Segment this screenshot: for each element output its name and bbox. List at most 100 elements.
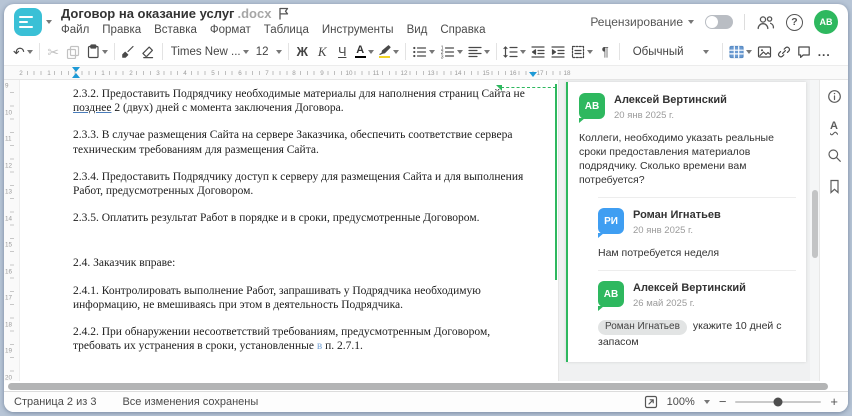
favorite-flag-icon[interactable] [278,7,289,20]
user-avatar[interactable]: АВ [814,10,838,34]
vertical-scrollbar-thumb[interactable] [811,190,818,258]
paste-caret-icon [101,49,108,54]
search-icon[interactable] [827,148,842,163]
zoom-slider[interactable] [735,397,822,407]
menu-item[interactable]: Инструменты [322,22,394,38]
menu-item[interactable]: Правка [102,22,141,38]
undo-button[interactable]: ↶ [11,41,35,63]
paragraph[interactable]: 2.4.2. При обнаружении несоответствий тр… [73,325,536,353]
more-toolbar-button[interactable]: ... [815,41,834,63]
italic-button[interactable]: К [313,41,332,63]
comment-item[interactable]: АВ Алексей Вертинский 20 янв 2025 г. Кол… [579,93,796,187]
font-family-select[interactable]: Times New ... [167,41,253,63]
info-icon[interactable] [827,89,842,104]
comment-date: 20 янв 2025 г. [614,110,675,121]
comment-avatar: АВ [579,93,605,123]
comment-avatar: РИ [598,208,624,238]
zoom-in-button[interactable]: + [830,395,838,408]
paragraph[interactable]: 2.3.5. Оплатить результат Работ в порядк… [73,211,536,225]
highlight-caret-icon [392,49,399,54]
copy-button[interactable] [64,41,83,63]
comment-date: 20 янв 2025 г. [633,225,694,236]
comment-item[interactable]: РИ Роман Игнатьев 20 янв 2025 г. Нам пот… [598,197,796,260]
main-area: 9 10 11 12 13 14 15 16 17 18 19 20 2.3.2. Предостав… [4,80,848,381]
vertical-ruler[interactable]: 9 10 11 12 13 14 15 16 17 18 19 20 [4,80,20,381]
bold-button[interactable]: Ж [293,41,312,63]
style-caret-icon [702,49,709,54]
line-spacing-button[interactable] [501,41,528,63]
comment-text: Роман Игнатьев укажите 10 дней с запасом [598,319,782,348]
horizontal-scrollbar[interactable] [4,381,848,391]
format-painter-button[interactable] [119,41,138,63]
paragraph-style-select[interactable]: Обычный [628,41,714,63]
comment-date: 26 май 2025 г. [633,298,695,309]
comment-item[interactable]: АВ Алексей Вертинский 26 май 2025 г. Ром… [598,270,796,349]
paragraph[interactable]: 2.3.3. В случае размещения Сайта на серв… [73,128,536,156]
menu-item[interactable]: Вставка [154,22,197,38]
review-mode-dropdown[interactable]: Рецензирование [590,15,694,29]
insert-table-button[interactable] [727,41,754,63]
collaboration-users-icon[interactable] [756,15,775,30]
menu-item[interactable]: Справка [440,22,485,38]
paragraph[interactable]: 2.4. Заказчик вправе: [73,256,536,270]
clear-style-button[interactable] [139,41,158,63]
comment-text: Нам потребуется неделя [598,247,720,259]
review-toggle[interactable] [705,15,733,29]
document-page[interactable]: 2.3.2. Предоставить Подрядчику необходим… [20,80,558,381]
title-menu-block: Договор на оказание услуг .docx Файл Правк… [61,6,486,38]
indent-marker-right[interactable] [529,72,537,77]
paragraph-borders-button[interactable] [569,41,595,63]
indent-marker-left[interactable] [72,67,80,78]
app-menu-caret-icon[interactable] [46,20,52,24]
highlight-color-swatch [379,55,391,59]
increase-indent-button[interactable] [549,41,568,63]
menu-item[interactable]: Формат [210,22,251,38]
comment-card[interactable]: АВ Алексей Вертинский 20 янв 2025 г. Кол… [566,82,806,362]
save-status: Все изменения сохранены [122,396,259,408]
decrease-indent-button[interactable] [529,41,548,63]
numbered-list-caret-icon [456,49,463,54]
font-color-button[interactable]: А [353,41,376,63]
font-size-caret-icon [275,49,282,54]
insert-link-button[interactable] [775,41,794,63]
show-paragraph-marks-button[interactable]: ¶ [596,41,615,63]
font-size-select[interactable]: 12 [254,41,284,63]
insert-image-button[interactable] [755,41,774,63]
comments-panel: АВ Алексей Вертинский 20 янв 2025 г. Кол… [558,80,810,381]
formatting-toolbar: ↶ ✂ Times New ... 12 Ж К Ч А 123 ¶ Обычн… [4,38,848,66]
header: Договор на оказание услуг .docx Файл Правк… [4,4,848,38]
zoom-value[interactable]: 100% [667,396,695,408]
font-color-caret-icon [367,49,374,54]
zoom-slider-handle[interactable] [773,397,783,407]
bookmark-icon[interactable] [828,179,841,194]
undo-caret-icon [26,49,33,54]
paste-button[interactable] [84,41,110,63]
paragraph[interactable]: 2.3.4. Предоставить Подрядчику доступ к … [73,170,536,198]
spellcheck-icon[interactable]: А [830,120,838,132]
paragraph[interactable]: 2.4.1. Контролировать выполнение Работ, … [73,284,536,312]
horizontal-scrollbar-thumb[interactable] [8,382,828,390]
numbered-list-button[interactable]: 123 [438,41,465,63]
horizontal-ruler[interactable]: 2 1 1 2 3 4 5 6 7 8 9 10 11 12 13 14 15 16 17 18 [4,66,848,80]
vertical-scrollbar[interactable] [810,80,819,381]
cut-button[interactable]: ✂ [44,41,63,63]
zoom-caret-icon[interactable] [703,400,710,404]
page-indicator[interactable]: Страница 2 из 3 [14,396,96,408]
menu-item[interactable]: Таблица [264,22,309,38]
paragraph-borders-caret-icon [586,49,593,54]
underline-button[interactable]: Ч [333,41,352,63]
menu-item[interactable]: Вид [407,22,428,38]
align-button[interactable] [466,41,492,63]
menu-bar: Файл Правка Вставка Формат Таблица Инструмент… [61,22,486,38]
comment-author: Алексей Вертинский [614,94,727,106]
paragraph[interactable]: 2.3.2. Предоставить Подрядчику необходим… [73,87,536,115]
mention-chip[interactable]: Роман Игнатьев [598,319,687,335]
menu-item[interactable]: Файл [61,22,89,38]
highlight-color-button[interactable] [377,41,401,63]
zoom-out-button[interactable]: − [719,395,727,408]
bullet-list-button[interactable] [410,41,437,63]
app-logo-icon[interactable] [14,8,42,36]
fit-page-icon[interactable] [644,395,658,409]
insert-comment-button[interactable] [795,41,814,63]
help-icon[interactable]: ? [786,13,803,31]
